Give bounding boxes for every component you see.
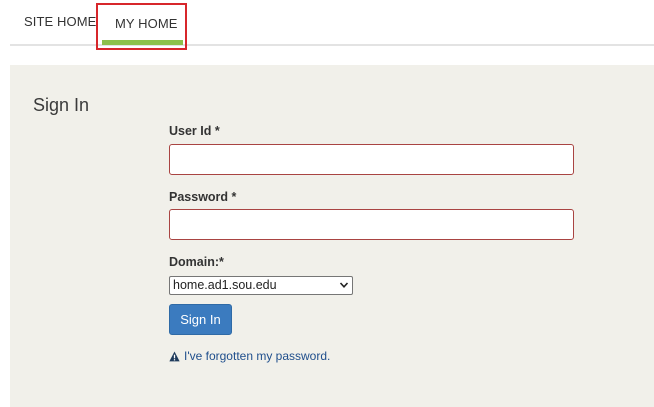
tab-my-home[interactable]: MY HOME: [96, 3, 187, 50]
page: SITE HOME MY HOME Sign In User Id * Pass…: [0, 0, 654, 407]
userid-label: User Id *: [169, 124, 220, 138]
chevron-down-icon: [339, 282, 349, 288]
page-title: Sign In: [33, 95, 90, 115]
userid-field[interactable]: [169, 144, 574, 175]
warning-icon: [169, 350, 180, 361]
tab-my-home-label: MY HOME: [115, 16, 178, 31]
forgot-password-row[interactable]: I've forgotten my password.: [169, 348, 330, 364]
password-field[interactable]: [169, 209, 574, 240]
domain-label: Domain:*: [169, 255, 224, 269]
sign-in-button[interactable]: Sign In: [169, 304, 232, 335]
top-navigation: SITE HOME MY HOME: [10, 0, 654, 50]
forgot-password-link[interactable]: I've forgotten my password.: [184, 349, 330, 363]
domain-select[interactable]: home.ad1.sou.edu: [169, 276, 353, 295]
tab-site-home[interactable]: SITE HOME: [24, 14, 96, 29]
active-tab-indicator: [102, 40, 183, 45]
sign-in-panel: Sign In User Id * Password * Domain:* ho…: [10, 65, 654, 407]
password-label: Password *: [169, 190, 237, 204]
domain-selected-value: home.ad1.sou.edu: [173, 278, 277, 292]
